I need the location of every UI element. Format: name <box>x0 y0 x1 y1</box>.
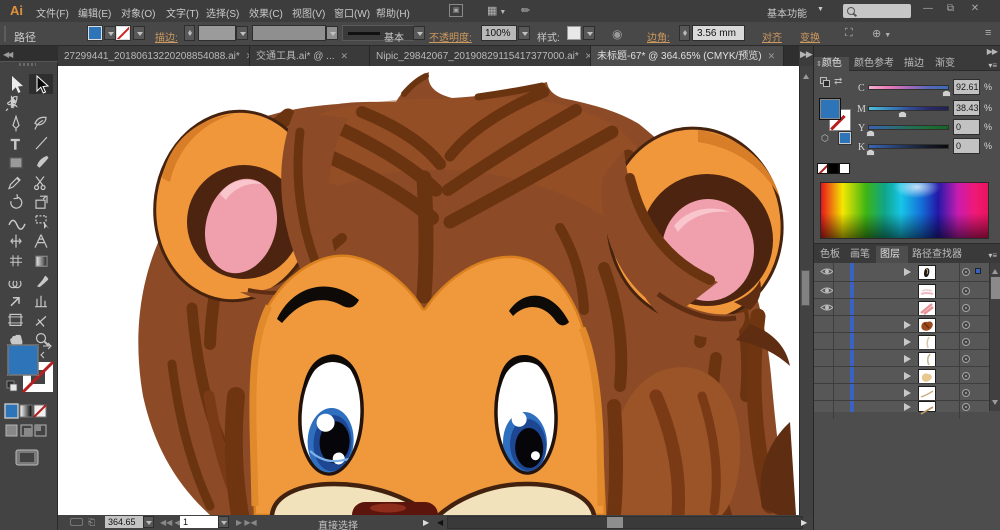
svg-text:T: T <box>11 136 20 152</box>
